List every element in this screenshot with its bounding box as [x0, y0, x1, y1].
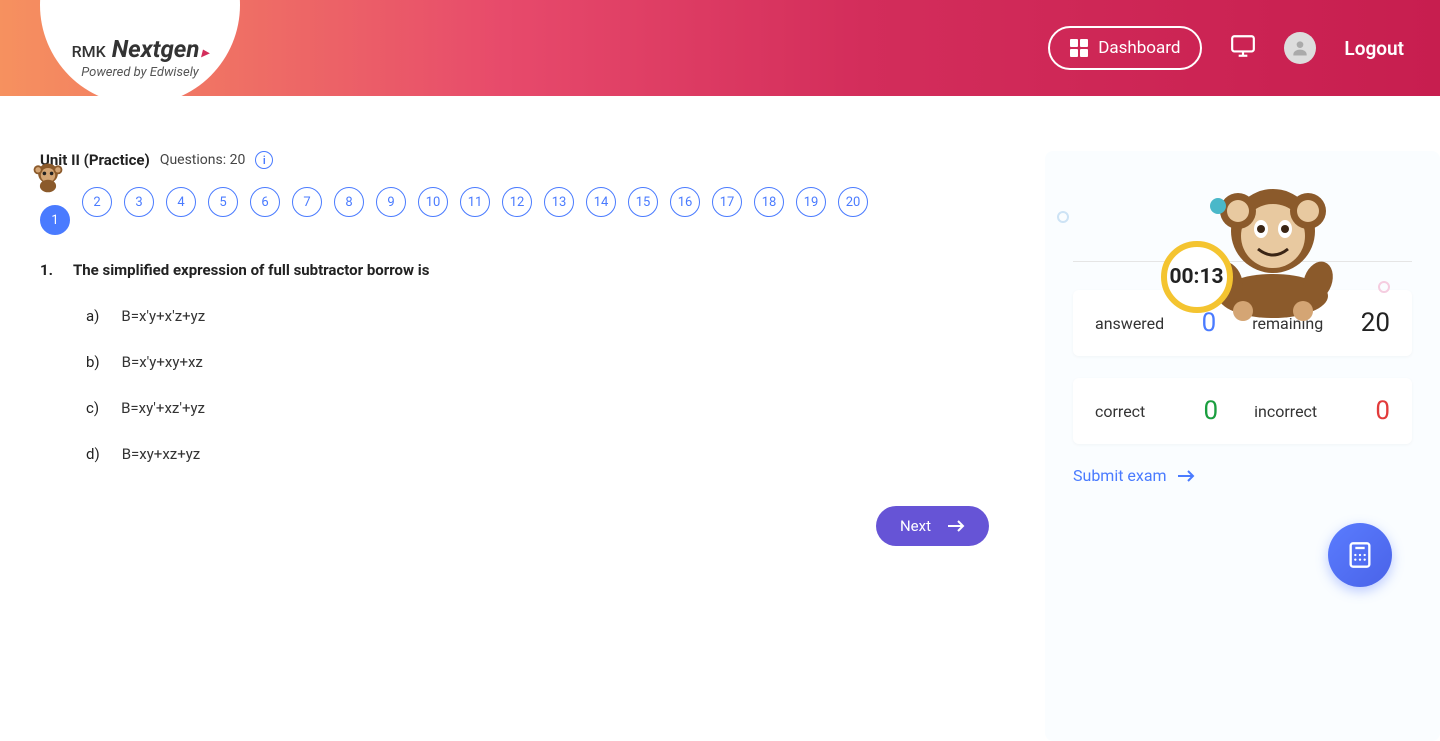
option-text: B=xy'+xz'+yz: [121, 399, 205, 417]
dashboard-button[interactable]: Dashboard: [1048, 26, 1202, 70]
question-nav-16[interactable]: 16: [670, 187, 700, 217]
question-number: 1.: [40, 261, 53, 279]
question-nav-9[interactable]: 9: [376, 187, 406, 217]
quiz-meta: Questions: 20: [160, 152, 246, 168]
question-nav-2[interactable]: 2: [82, 187, 112, 217]
question-nav-14[interactable]: 14: [586, 187, 616, 217]
remaining-value: 20: [1361, 308, 1390, 338]
avatar[interactable]: [1284, 32, 1316, 64]
question-nav: 1234567891011121314151617181920: [40, 187, 995, 235]
question-nav-10[interactable]: 10: [418, 187, 448, 217]
monkey-mascot-icon: [30, 159, 66, 195]
timer-mascot: 00:13: [1133, 151, 1353, 321]
timer-text: 00:13: [1169, 265, 1223, 289]
correct-label: correct: [1095, 402, 1145, 421]
main-content: Unit II (Practice) Questions: 20 i 12345…: [0, 151, 1045, 741]
side-panel: 00:13 answered 0 remaining 20 correct 0 …: [1045, 151, 1440, 741]
logo-primary: RMK: [72, 42, 106, 61]
arrow-right-icon: [1177, 469, 1195, 483]
option-key: b): [86, 353, 100, 371]
question-nav-17[interactable]: 17: [712, 187, 742, 217]
option-c[interactable]: c) B=xy'+xz'+yz: [86, 399, 995, 417]
question-nav-13[interactable]: 13: [544, 187, 574, 217]
option-key: d): [86, 445, 100, 463]
incorrect-value: 0: [1375, 396, 1390, 426]
info-icon[interactable]: i: [255, 151, 273, 169]
question-nav-15[interactable]: 15: [628, 187, 658, 217]
option-a[interactable]: a) B=x'y+x'z+yz: [86, 307, 995, 325]
incorrect-label: incorrect: [1254, 402, 1317, 421]
header: RMK Nextgen▸ Powered by Edwisely Dashboa…: [0, 0, 1440, 96]
arrow-right-icon: [947, 519, 965, 533]
question-nav-5[interactable]: 5: [208, 187, 238, 217]
question-nav-3[interactable]: 3: [124, 187, 154, 217]
logo-tagline: Powered by Edwisely: [81, 65, 198, 80]
option-b[interactable]: b) B=x'y+xy+xz: [86, 353, 995, 371]
dashboard-label: Dashboard: [1098, 38, 1180, 58]
correct-value: 0: [1204, 396, 1219, 426]
question-nav-20[interactable]: 20: [838, 187, 868, 217]
option-text: B=xy+xz+yz: [122, 445, 201, 463]
question-nav-7[interactable]: 7: [292, 187, 322, 217]
logo[interactable]: RMK Nextgen▸ Powered by Edwisely: [40, 0, 240, 105]
question-nav-8[interactable]: 8: [334, 187, 364, 217]
option-d[interactable]: d) B=xy+xz+yz: [86, 445, 995, 463]
option-text: B=x'y+x'z+yz: [121, 307, 205, 325]
logo-secondary: Nextgen▸: [112, 35, 209, 63]
play-icon: ▸: [201, 45, 208, 61]
option-text: B=x'y+xy+xz: [122, 353, 203, 371]
question-nav-18[interactable]: 18: [754, 187, 784, 217]
question-nav-11[interactable]: 11: [460, 187, 490, 217]
calculator-icon: [1346, 541, 1374, 569]
calculator-fab[interactable]: [1328, 523, 1392, 587]
stat-correct-incorrect: correct 0 incorrect 0: [1073, 378, 1412, 444]
timer: 00:13: [1161, 241, 1233, 313]
question-nav-1[interactable]: 1: [40, 205, 70, 235]
logout-button[interactable]: Logout: [1344, 37, 1404, 60]
submit-label: Submit exam: [1073, 466, 1167, 485]
options-list: a) B=x'y+x'z+yz b) B=x'y+xy+xz c) B=xy'+xz'+y…: [40, 307, 995, 463]
next-label: Next: [900, 517, 931, 535]
monitor-icon[interactable]: [1230, 33, 1256, 63]
next-button[interactable]: Next: [876, 506, 989, 546]
question-nav-19[interactable]: 19: [796, 187, 826, 217]
submit-exam-button[interactable]: Submit exam: [1073, 466, 1412, 485]
question-nav-12[interactable]: 12: [502, 187, 532, 217]
decoration-circle: [1378, 281, 1390, 293]
dashboard-icon: [1070, 39, 1088, 57]
question-nav-6[interactable]: 6: [250, 187, 280, 217]
option-key: c): [86, 399, 99, 417]
decoration-circle: [1057, 211, 1069, 223]
option-key: a): [86, 307, 99, 325]
question-nav-4[interactable]: 4: [166, 187, 196, 217]
question-text: The simplified expression of full subtra…: [73, 261, 429, 279]
